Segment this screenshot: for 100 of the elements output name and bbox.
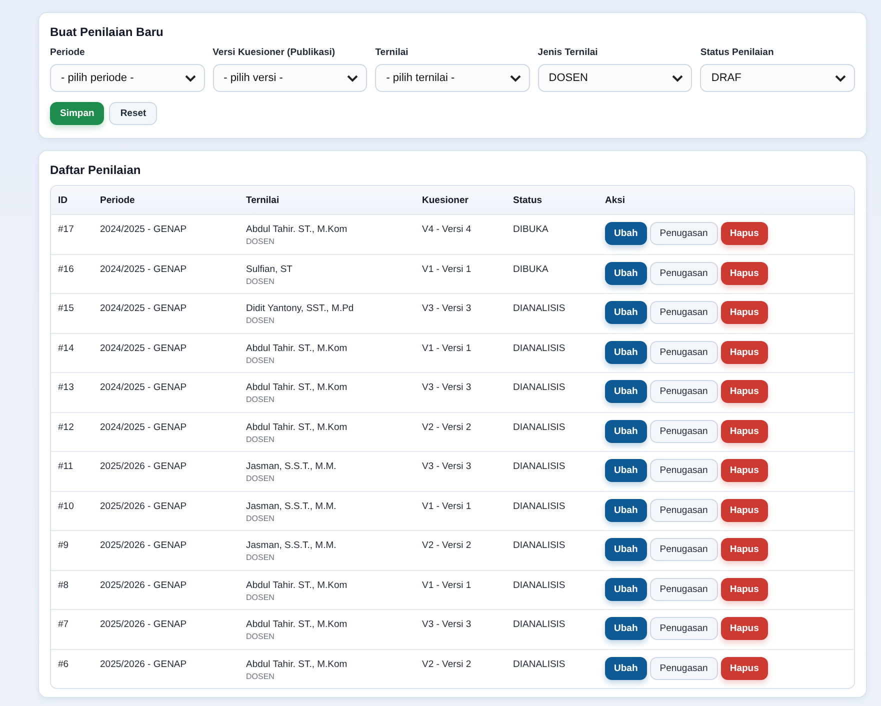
edit-button[interactable]: Ubah bbox=[605, 301, 647, 324]
type-label: DOSEN bbox=[246, 672, 276, 680]
edit-button[interactable]: Ubah bbox=[605, 222, 647, 245]
edit-button[interactable]: Ubah bbox=[605, 420, 647, 442]
table-cell-text: #10 bbox=[58, 500, 75, 512]
delete-button[interactable]: Hapus bbox=[720, 380, 768, 403]
field-label: Periode bbox=[50, 47, 86, 58]
assign-button[interactable]: Penugasan bbox=[650, 222, 718, 245]
delete-button[interactable]: Hapus bbox=[720, 420, 768, 442]
table-cell-text: V1 - Versi 1 bbox=[422, 500, 472, 512]
table-cell-text: V2 - Versi 2 bbox=[422, 658, 472, 670]
assign-button[interactable]: Penugasan bbox=[650, 340, 718, 364]
delete-button[interactable]: Hapus bbox=[720, 301, 768, 324]
table-cell-text: DIANALISIS bbox=[513, 540, 566, 551]
table-cell-text: V2 - Versi 2 bbox=[422, 422, 472, 432]
table-cell-text: #12 bbox=[58, 422, 75, 432]
edit-button[interactable]: Ubah bbox=[605, 380, 647, 403]
delete-button[interactable]: Hapus bbox=[720, 578, 768, 600]
chevron-down-icon bbox=[347, 74, 358, 82]
assign-button[interactable]: Penugasan bbox=[650, 301, 718, 324]
table-cell-text: #15 bbox=[58, 303, 75, 314]
type-label: DOSEN bbox=[246, 356, 276, 364]
select-field[interactable]: - pilih versi - bbox=[212, 64, 368, 92]
table-cell-text: #14 bbox=[58, 342, 75, 354]
select-field[interactable]: DOSEN bbox=[538, 64, 692, 92]
edit-button[interactable]: Ubah bbox=[605, 617, 647, 640]
table-cell-text: DIBUKA bbox=[513, 224, 550, 235]
table-cell-text: V1 - Versi 1 bbox=[422, 580, 472, 590]
assign-button[interactable]: Penugasan bbox=[650, 578, 718, 600]
table-cell-text: #6 bbox=[58, 658, 70, 670]
table-cell-text: DIANALISIS bbox=[513, 342, 566, 354]
type-label: DOSEN bbox=[246, 592, 276, 602]
assign-button[interactable]: Penugasan bbox=[650, 538, 718, 561]
type-label: DOSEN bbox=[246, 276, 276, 286]
table-cell-text: 2024/2025 - GENAP bbox=[100, 342, 188, 354]
table-cell-text: #13 bbox=[58, 382, 75, 393]
table-cell-text: 2024/2025 - GENAP bbox=[100, 422, 188, 432]
type-label: DOSEN bbox=[246, 237, 276, 246]
select-field[interactable]: - pilih ternilai - bbox=[375, 64, 530, 92]
table-cell-text: Abdul Tahir. ST., M.Kom bbox=[246, 224, 348, 235]
table-cell-text: 2024/2025 - GENAP bbox=[100, 382, 188, 393]
assign-button[interactable]: Penugasan bbox=[650, 380, 718, 403]
table-cell-text: V2 - Versi 2 bbox=[422, 540, 472, 551]
table-cell-text: #8 bbox=[58, 580, 70, 590]
table-cell-text: DIANALISIS bbox=[513, 461, 566, 472]
table-cell-text: Jasman, S.S.T., M.M. bbox=[246, 540, 338, 551]
edit-button[interactable]: Ubah bbox=[605, 578, 647, 600]
assign-button[interactable]: Penugasan bbox=[650, 617, 718, 640]
type-label: DOSEN bbox=[246, 553, 276, 562]
table-cell-text: V3 - Versi 3 bbox=[422, 303, 472, 314]
type-label: DOSEN bbox=[246, 316, 276, 325]
select-field[interactable]: - pilih periode - bbox=[50, 64, 205, 92]
assign-button[interactable]: Penugasan bbox=[650, 262, 718, 284]
table-cell-text: #9 bbox=[58, 540, 70, 551]
table-cell-text: V3 - Versi 3 bbox=[422, 619, 472, 630]
delete-button[interactable]: Hapus bbox=[720, 538, 768, 561]
delete-button[interactable]: Hapus bbox=[720, 498, 768, 522]
form-title: Buat Penilaian Baru bbox=[50, 25, 164, 39]
field-label: Versi Kuesioner (Publikasi) bbox=[212, 47, 336, 58]
table-cell-text: Jasman, S.S.T., M.M. bbox=[246, 500, 338, 512]
table-cell-text: DIANALISIS bbox=[513, 580, 566, 590]
delete-button[interactable]: Hapus bbox=[720, 222, 768, 245]
table-cell-text: V3 - Versi 3 bbox=[422, 382, 472, 393]
save-button[interactable]: Simpan bbox=[50, 102, 104, 125]
table-cell-text: DIBUKA bbox=[513, 264, 550, 274]
delete-button[interactable]: Hapus bbox=[720, 340, 768, 364]
delete-button[interactable]: Hapus bbox=[720, 617, 768, 640]
table-cell-text: 2025/2026 - GENAP bbox=[100, 580, 188, 590]
edit-button[interactable]: Ubah bbox=[605, 498, 647, 522]
table-cell-text: 2024/2025 - GENAP bbox=[100, 224, 188, 235]
select-field[interactable]: DRAF bbox=[700, 64, 855, 92]
assign-button[interactable]: Penugasan bbox=[650, 498, 718, 522]
table-cell-text: DIANALISIS bbox=[513, 500, 566, 512]
table-cell-text: V4 - Versi 4 bbox=[422, 224, 472, 235]
edit-button[interactable]: Ubah bbox=[605, 656, 647, 680]
table-cell-text: 2025/2026 - GENAP bbox=[100, 500, 188, 512]
type-label: DOSEN bbox=[246, 395, 276, 404]
edit-button[interactable]: Ubah bbox=[605, 538, 647, 561]
table-cell-text: Abdul Tahir. ST., M.Kom bbox=[246, 580, 348, 590]
delete-button[interactable]: Hapus bbox=[720, 459, 768, 482]
reset-button[interactable]: Reset bbox=[109, 102, 158, 125]
table-cell-text: Abdul Tahir. ST., M.Kom bbox=[246, 422, 348, 432]
column-header: Ternilai bbox=[245, 194, 280, 206]
edit-button[interactable]: Ubah bbox=[605, 262, 647, 284]
assign-button[interactable]: Penugasan bbox=[650, 420, 718, 442]
delete-button[interactable]: Hapus bbox=[720, 656, 768, 680]
edit-button[interactable]: Ubah bbox=[605, 459, 647, 482]
table-cell-text: Abdul Tahir. ST., M.Kom bbox=[246, 619, 348, 630]
edit-button[interactable]: Ubah bbox=[605, 340, 647, 364]
chevron-down-icon bbox=[510, 74, 521, 82]
table-cell-text: 2025/2026 - GENAP bbox=[100, 619, 188, 630]
chevron-down-icon bbox=[184, 74, 196, 82]
field-label: Status Penilaian bbox=[700, 47, 775, 58]
table-cell-text: DIANALISIS bbox=[513, 422, 566, 432]
field-label: Jenis Ternilai bbox=[538, 47, 599, 58]
delete-button[interactable]: Hapus bbox=[720, 262, 768, 284]
assign-button[interactable]: Penugasan bbox=[650, 656, 718, 680]
table-cell-text: 2024/2025 - GENAP bbox=[100, 264, 188, 274]
type-label: DOSEN bbox=[246, 474, 276, 483]
assign-button[interactable]: Penugasan bbox=[650, 459, 718, 482]
